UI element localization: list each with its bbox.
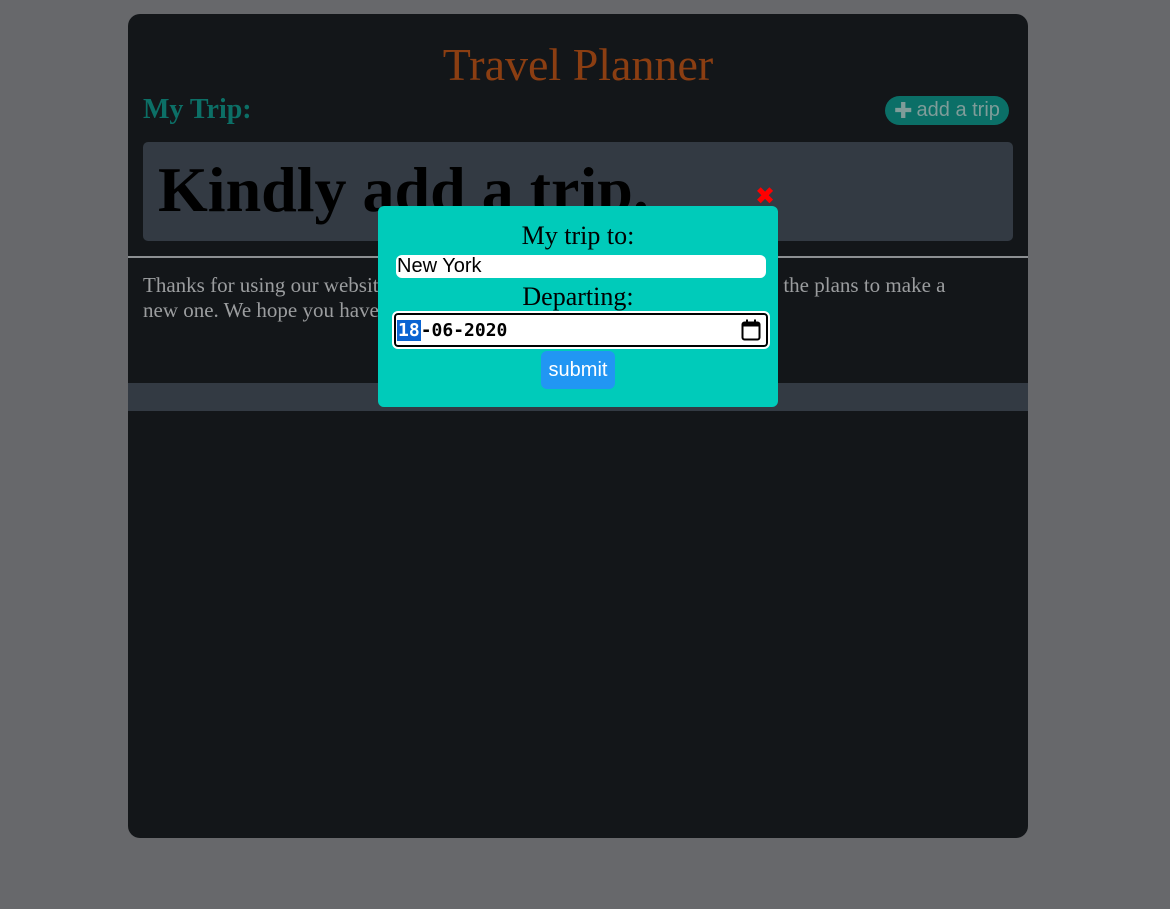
app-title: Travel Planner xyxy=(442,39,714,90)
submit-button[interactable]: submit xyxy=(541,351,615,389)
add-trip-label: add a trip xyxy=(916,99,1000,121)
calendar-icon[interactable] xyxy=(741,319,761,341)
departing-label: Departing: xyxy=(522,282,634,311)
add-trip-button[interactable]: ✚ add a trip xyxy=(885,96,1009,125)
destination-label: My trip to: xyxy=(521,221,635,250)
my-trip-heading: My Trip: xyxy=(143,94,252,125)
plus-icon: ✚ xyxy=(894,97,913,123)
close-icon[interactable]: ✖ xyxy=(754,183,776,209)
add-trip-modal: My trip to: Departing: 18 -06-2020 submi… xyxy=(378,206,778,407)
departure-date-input[interactable]: 18 -06-2020 xyxy=(392,311,770,349)
date-day-segment[interactable]: 18 xyxy=(397,319,421,341)
destination-input[interactable] xyxy=(396,255,766,278)
travel-planner-app: Travel Planner My Trip: ✚ add a trip Kin… xyxy=(128,14,1028,838)
date-month-year-segment[interactable]: -06-2020 xyxy=(421,320,508,341)
